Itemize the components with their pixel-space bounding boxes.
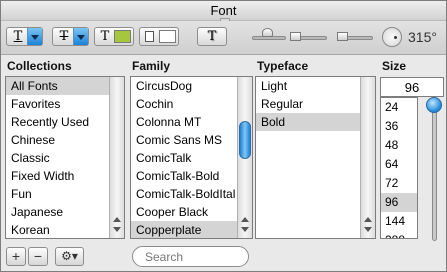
collection-item[interactable]: Fixed Width: [6, 167, 124, 185]
text-shadow-icon: T: [207, 29, 217, 44]
size-item[interactable]: 144: [381, 212, 417, 231]
scroll-down-icon[interactable]: [364, 227, 372, 232]
family-list[interactable]: CircusDog Cochin Colonna MT Comic Sans MS Co…: [130, 76, 253, 239]
strikethrough-popup-button[interactable]: T: [52, 27, 89, 46]
document-color-swatch: [159, 30, 176, 43]
typeface-item[interactable]: Regular: [256, 95, 375, 113]
search-input[interactable]: [132, 246, 249, 267]
text-color-swatch: [114, 30, 131, 43]
family-scrollbar[interactable]: [237, 77, 252, 238]
text-shadow-button[interactable]: T: [197, 27, 227, 46]
family-item[interactable]: Cooper Black: [131, 203, 252, 221]
family-header: Family: [132, 59, 171, 73]
shadow-angle-label: 315°: [408, 29, 437, 45]
add-collection-button[interactable]: +: [6, 247, 26, 266]
size-item[interactable]: 288: [381, 231, 417, 238]
size-item[interactable]: 72: [381, 174, 417, 193]
chevron-down-icon: [73, 28, 88, 45]
size-slider-knob[interactable]: [426, 97, 442, 113]
shadow-angle-dial[interactable]: [382, 27, 402, 47]
collection-item[interactable]: Japanese: [6, 203, 124, 221]
size-item[interactable]: 48: [381, 136, 417, 155]
text-color-icon: T: [100, 29, 110, 44]
document-icon: [145, 31, 154, 42]
shadow-opacity-knob[interactable]: [262, 28, 273, 37]
family-item[interactable]: ComicTalk-BoldItal: [131, 185, 252, 203]
chevron-down-icon: [27, 28, 42, 45]
size-header: Size: [382, 59, 407, 73]
collection-item[interactable]: Chinese: [6, 131, 124, 149]
typeface-item[interactable]: Light: [256, 77, 375, 95]
scroll-up-icon[interactable]: [241, 217, 249, 222]
size-item[interactable]: 96: [381, 193, 417, 212]
collections-header: Collections: [7, 59, 72, 73]
collection-item[interactable]: All Fonts: [6, 77, 124, 95]
collections-list[interactable]: All Fonts Favorites Recently Used Chinese Cl…: [5, 76, 125, 239]
collection-item[interactable]: Favorites: [6, 95, 124, 113]
remove-collection-button[interactable]: −: [28, 247, 48, 266]
font-panel-window: Font T T T T 315° Collections Family Typ…: [0, 0, 447, 272]
collection-item[interactable]: Fun: [6, 185, 124, 203]
size-item[interactable]: 64: [381, 155, 417, 174]
collection-item[interactable]: Classic: [6, 149, 124, 167]
family-scroll-thumb[interactable]: [239, 121, 251, 159]
toolbar: T T T T 315°: [1, 21, 446, 55]
family-item[interactable]: CircusDog: [131, 77, 252, 95]
size-list[interactable]: 243648647296144288: [380, 97, 418, 239]
scroll-up-icon[interactable]: [113, 217, 121, 222]
typeface-list[interactable]: Light Regular Bold: [255, 76, 376, 239]
shadow-offset-knob[interactable]: [337, 32, 348, 41]
underline-popup-button[interactable]: T: [6, 27, 43, 46]
collection-item[interactable]: Korean: [6, 221, 124, 238]
family-item[interactable]: ComicTalk: [131, 149, 252, 167]
typeface-scrollbar[interactable]: [360, 77, 375, 238]
size-slider[interactable]: [432, 103, 437, 241]
dial-indicator-icon: [394, 36, 397, 39]
family-item[interactable]: Copperplate: [131, 221, 252, 238]
family-item[interactable]: Comic Sans MS: [131, 131, 252, 149]
scroll-down-icon[interactable]: [113, 227, 121, 232]
family-item[interactable]: ComicTalk-Bold: [131, 167, 252, 185]
window-title: Font: [210, 3, 237, 18]
action-menu-button[interactable]: ⚙▾: [55, 247, 84, 266]
collection-item[interactable]: Recently Used: [6, 113, 124, 131]
typeface-header: Typeface: [257, 59, 309, 73]
typeface-item[interactable]: Bold: [256, 113, 375, 131]
size-item[interactable]: 24: [381, 98, 417, 117]
collections-scrollbar[interactable]: [109, 77, 124, 238]
scroll-up-icon[interactable]: [364, 217, 372, 222]
size-item[interactable]: 36: [381, 117, 417, 136]
family-item[interactable]: Cochin: [131, 95, 252, 113]
scroll-down-icon[interactable]: [241, 227, 249, 232]
underline-icon: T: [13, 29, 23, 44]
shadow-blur-knob[interactable]: [290, 32, 301, 41]
family-item[interactable]: Colonna MT: [131, 113, 252, 131]
document-color-button[interactable]: [139, 27, 179, 46]
strikethrough-icon: T: [59, 29, 69, 44]
text-color-button[interactable]: T: [94, 27, 134, 46]
size-field[interactable]: [380, 77, 444, 97]
